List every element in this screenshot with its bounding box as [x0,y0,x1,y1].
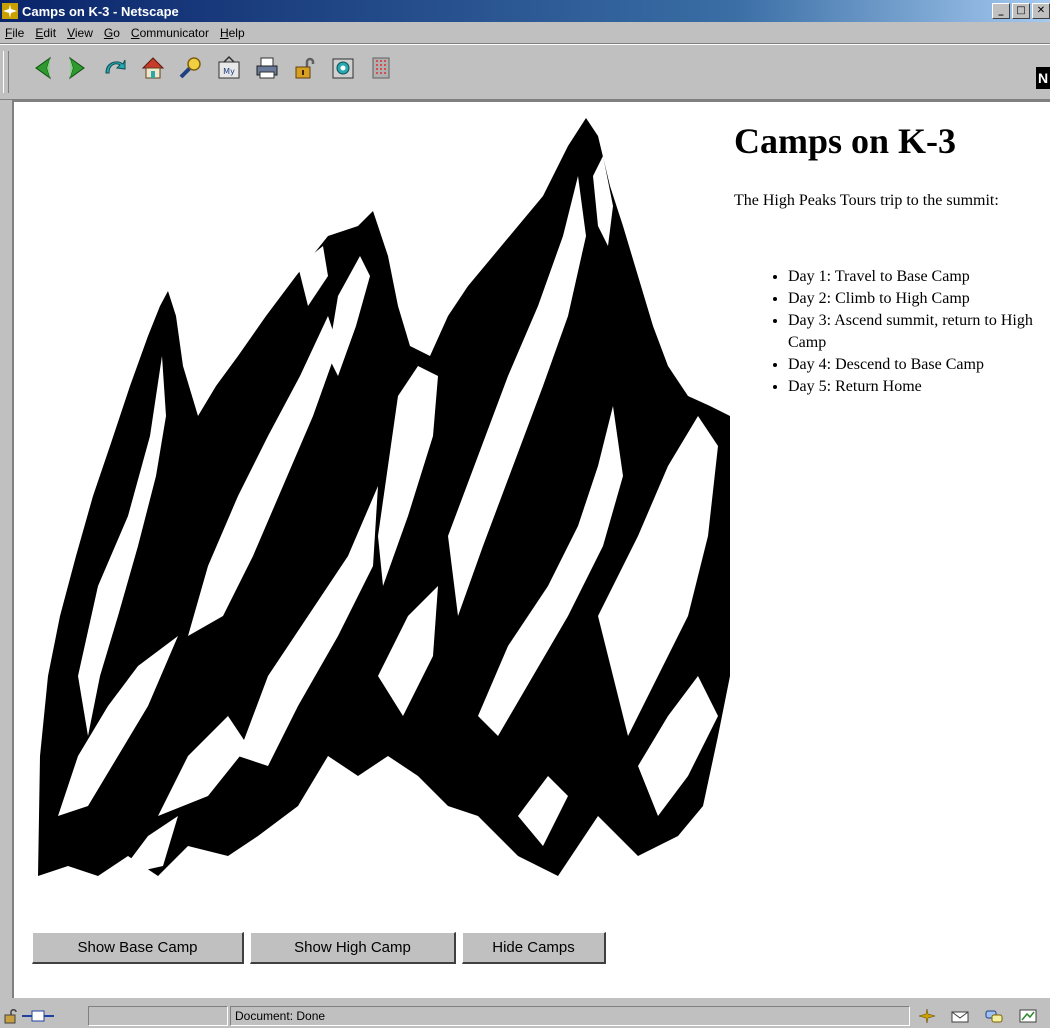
menu-communicator[interactable]: Communicator [126,26,215,40]
print-button[interactable] [252,53,282,83]
stop-icon [372,57,390,79]
progress-bar [88,1006,228,1026]
status-security-area [2,1006,82,1026]
connection-icon[interactable] [20,1008,56,1024]
mail-icon[interactable] [950,1008,970,1024]
reload-icon [105,59,126,74]
menu-file-label: ile [12,25,25,40]
menu-go-label: o [113,25,120,40]
menu-view-accel: V [67,25,75,40]
status-bar: Document: Done [0,1004,1050,1028]
itinerary-list: Day 1: Travel to Base Camp Day 2: Climb … [748,266,1038,398]
home-icon [141,57,165,79]
toolbar-grip[interactable] [3,51,9,93]
composer-icon[interactable] [1018,1008,1038,1024]
minimize-button[interactable]: _ [992,3,1010,19]
menu-edit[interactable]: Edit [30,26,62,40]
netscape-logo[interactable]: N [1036,67,1050,89]
menu-go-accel: G [103,25,114,40]
intro-text: The High Peaks Tours trip to the summit: [734,192,999,209]
title-bar[interactable]: Camps on K-3 - Netscape _ □ ✕ [0,0,1050,22]
menu-help[interactable]: Help [215,26,251,40]
home-button[interactable] [138,53,168,83]
page-title: Camps on K-3 [734,121,957,161]
menu-communicator-accel: C [130,25,140,40]
status-text: Document: Done [230,1006,910,1026]
component-bar [912,1006,1050,1026]
forward-icon [69,56,85,80]
menu-go[interactable]: Go [99,26,126,40]
back-button[interactable] [28,53,58,83]
netscape-app-icon [2,3,18,19]
hide-camps-button[interactable]: Hide Camps [462,932,606,964]
camp-controls: Show Base Camp Show High Camp Hide Camps [32,932,606,964]
menu-view[interactable]: View [62,26,99,40]
discussion-icon[interactable] [984,1008,1004,1024]
forward-button[interactable] [62,53,92,83]
menu-file[interactable]: File [0,26,30,40]
list-item: Day 2: Climb to High Camp [788,288,1038,310]
security-button[interactable] [290,53,320,83]
search-button[interactable] [176,53,206,83]
list-item: Day 3: Ascend summit, return to High Cam… [788,310,1038,354]
window-controls: _ □ ✕ [990,3,1050,19]
menu-help-accel: H [219,25,229,40]
menu-edit-label: dit [43,25,57,40]
navigation-toolbar: My N [0,44,1050,100]
navigator-icon[interactable] [918,1008,936,1024]
security-icon [295,57,315,79]
list-item: Day 1: Travel to Base Camp [788,266,1038,288]
show-base-camp-button[interactable]: Show Base Camp [32,932,244,964]
reload-button[interactable] [100,53,130,83]
mountain-illustration [38,118,730,876]
page-content: Camps on K-3 The High Peaks Tours trip t… [12,100,1050,998]
lock-icon[interactable] [2,1008,20,1024]
menu-bar: File Edit View Go Communicator Help [0,22,1050,44]
stop-button[interactable] [366,53,396,83]
my-netscape-button[interactable]: My [214,53,244,83]
menu-view-label: iew [74,25,93,40]
list-item: Day 5: Return Home [788,376,1038,398]
close-button[interactable]: ✕ [1032,3,1050,19]
back-icon [35,56,51,80]
maximize-button[interactable]: □ [1012,3,1030,19]
shop-icon [332,58,354,79]
menu-help-label: elp [228,25,245,40]
my-netscape-icon: My [218,55,240,79]
list-item: Day 4: Descend to Base Camp [788,354,1038,376]
search-icon [179,57,201,79]
window-title: Camps on K-3 - Netscape [22,3,179,19]
show-high-camp-button[interactable]: Show High Camp [250,932,456,964]
svg-text:My: My [223,67,235,76]
menu-communicator-label: ommunicator [139,25,209,40]
print-icon [256,57,278,79]
shop-button[interactable] [328,53,358,83]
